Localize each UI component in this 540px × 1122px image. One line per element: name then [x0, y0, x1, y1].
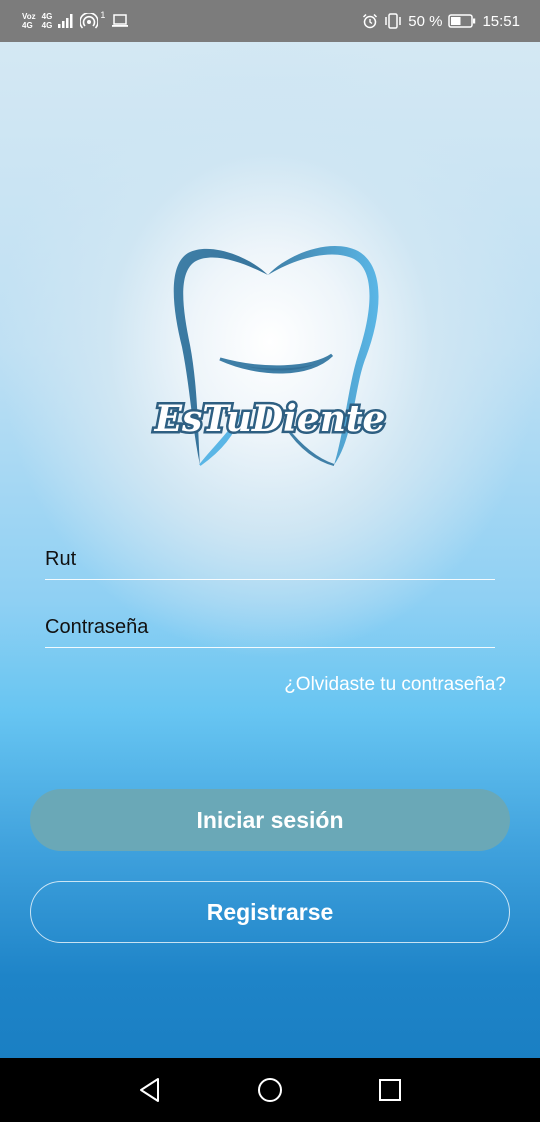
- register-button[interactable]: Registrarse: [30, 881, 510, 943]
- status-bar-left: Voz 4G 4G 4G 1: [22, 10, 129, 30]
- status-bar: Voz 4G 4G 4G 1 50 % 15:51: [0, 0, 540, 42]
- laptop-icon: [111, 14, 129, 28]
- forgot-password-link[interactable]: ¿Olvidaste tu contraseña?: [284, 674, 506, 696]
- vibrate-icon: [384, 13, 402, 29]
- brand-name: EsTuDiente: [154, 398, 386, 440]
- alarm-icon: [362, 13, 378, 29]
- carrier-bottom: 4G: [22, 21, 33, 30]
- hotspot-count: 1: [100, 10, 106, 20]
- tooth-logo-icon: EsTuDiente: [151, 246, 388, 466]
- system-nav-bar: [0, 1058, 540, 1122]
- rut-input[interactable]: Rut: [45, 548, 495, 580]
- signal-icon: [58, 14, 74, 28]
- password-input[interactable]: Contraseña: [45, 616, 495, 648]
- recents-icon[interactable]: [376, 1076, 404, 1104]
- password-placeholder: Contraseña: [45, 616, 149, 638]
- home-icon[interactable]: [256, 1076, 284, 1104]
- network-label: 4G 4G: [42, 12, 53, 30]
- hotspot-icon: [80, 13, 99, 29]
- carrier-label: Voz 4G: [22, 12, 36, 30]
- login-button[interactable]: Iniciar sesión: [30, 789, 510, 851]
- login-screen: EsTuDiente Rut Contraseña ¿Olvidaste tu …: [0, 42, 540, 1058]
- rut-placeholder: Rut: [45, 548, 77, 570]
- register-button-label: Registrarse: [206, 898, 334, 925]
- status-bar-right: 50 % 15:51: [362, 13, 520, 30]
- app-logo: EsTuDiente: [140, 237, 400, 477]
- back-icon[interactable]: [136, 1076, 164, 1104]
- battery-icon: [448, 14, 476, 28]
- clock-time: 15:51: [482, 12, 520, 30]
- carrier-top: Voz: [22, 12, 36, 21]
- network-bottom: 4G: [41, 21, 53, 30]
- login-button-label: Iniciar sesión: [196, 806, 344, 833]
- battery-percent: 50 %: [408, 12, 443, 30]
- network-top: 4G: [41, 12, 53, 21]
